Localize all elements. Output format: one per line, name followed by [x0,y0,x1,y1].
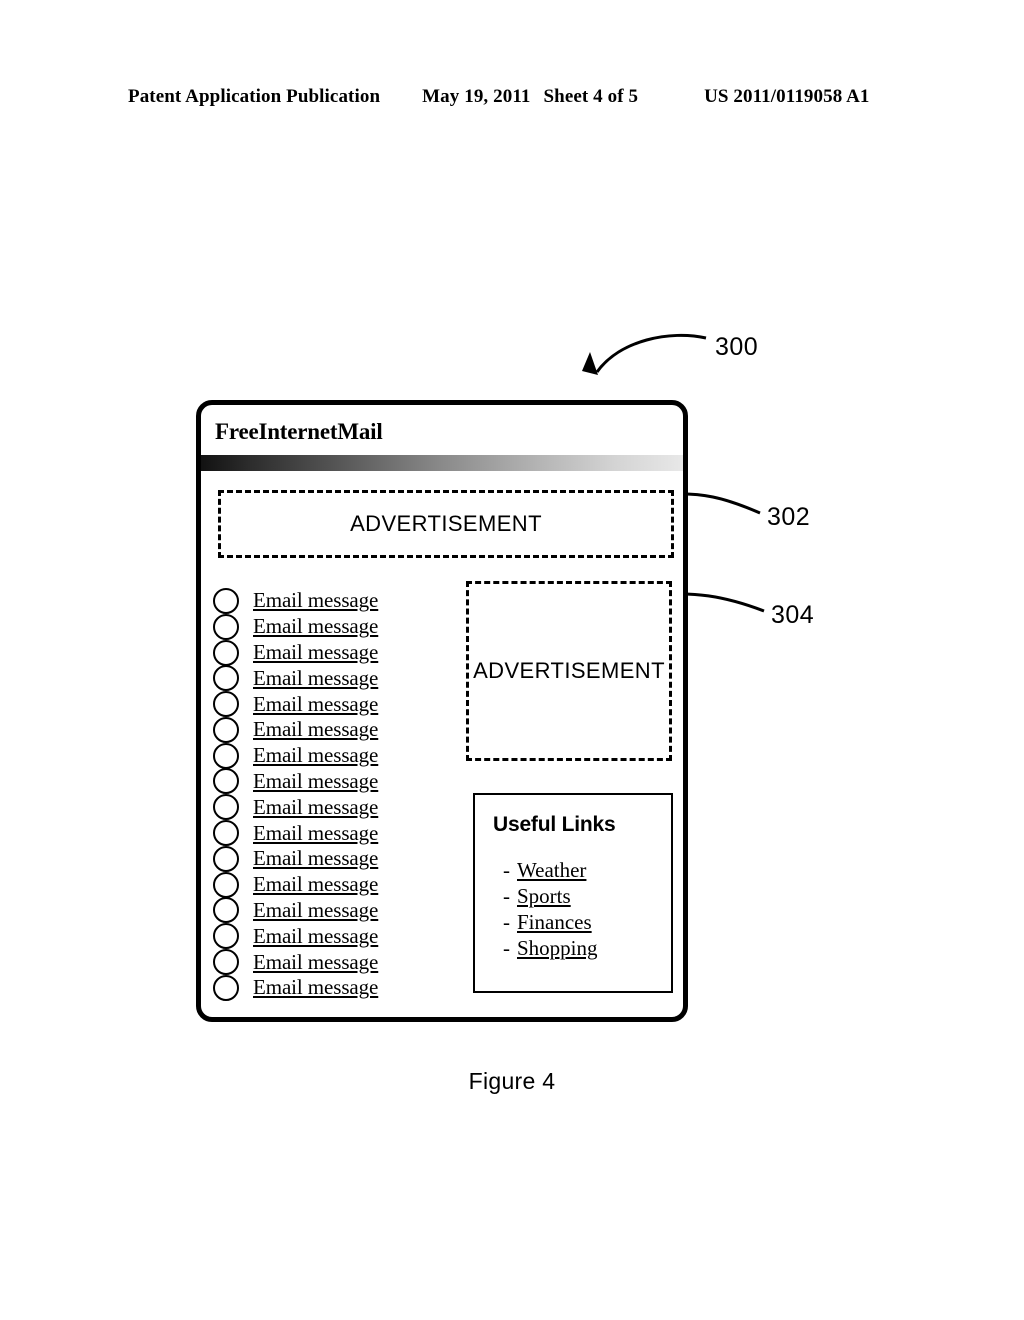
email-select-circle-icon[interactable] [213,587,239,614]
email-select-circle-icon[interactable] [213,768,239,795]
email-select-circle-icon[interactable] [213,691,239,718]
email-select-circle-icon[interactable] [213,974,239,1001]
email-select-circle-icon[interactable] [213,845,239,872]
banner-advertisement[interactable]: ADVERTISEMENT [218,490,674,558]
email-select-circle-icon[interactable] [213,665,239,692]
email-list-item-label[interactable]: Email message [253,872,378,897]
email-list-item-label[interactable]: Email message [253,846,378,871]
useful-links-title: Useful Links [493,813,616,836]
email-select-circle-icon[interactable] [213,820,239,847]
publication-number: US 2011/0119058 A1 [704,86,870,107]
email-list-item[interactable]: Email message [213,897,421,924]
useful-link-bullet: - [503,884,510,908]
email-list-item-label[interactable]: Email message [253,975,378,1000]
email-list-item-label[interactable]: Email message [253,614,378,639]
title-gradient-bar [201,455,683,471]
email-list-item-label[interactable]: Email message [253,795,378,820]
email-select-circle-icon[interactable] [213,639,239,666]
useful-link-label[interactable]: Finances [517,910,592,934]
callout-label-304: 304 [771,601,815,629]
email-list-item-label[interactable]: Email message [253,692,378,717]
sheet-number: Sheet 4 of 5 [543,86,639,107]
useful-link-item[interactable]: - Finances [503,909,671,935]
email-select-circle-icon[interactable] [213,871,239,898]
patent-page-header: Patent Application Publication May 19, 2… [128,86,898,112]
email-list-item[interactable]: Email message [213,613,421,640]
email-list-item-label[interactable]: Email message [253,898,378,923]
email-select-circle-icon[interactable] [213,923,239,950]
publication-date: May 19, 2011 [422,86,531,107]
email-list-item[interactable]: Email message [213,716,421,743]
email-select-circle-icon[interactable] [213,897,239,924]
email-list-item[interactable]: Email message [213,665,421,692]
email-list-item-label[interactable]: Email message [253,666,378,691]
useful-link-label[interactable]: Sports [517,884,571,908]
email-list-item[interactable]: Email message [213,845,421,872]
useful-link-bullet: - [503,910,510,934]
email-list-item-label[interactable]: Email message [253,769,378,794]
email-list-item[interactable]: Email message [213,742,421,769]
useful-links-panel: Useful Links - Weather - Sports - Finances - Sh… [473,793,673,993]
email-list-item[interactable]: Email message [213,639,421,666]
email-select-circle-icon[interactable] [213,716,239,743]
banner-advertisement-label: ADVERTISEMENT [350,511,542,536]
useful-link-item[interactable]: - Shopping [503,935,671,961]
email-list-item[interactable]: Email message [213,871,421,898]
email-list-item[interactable]: Email message [213,923,421,950]
sidebar-advertisement-label: ADVERTISEMENT [473,658,665,683]
useful-link-label[interactable]: Shopping [517,936,598,960]
email-select-circle-icon[interactable] [213,613,239,640]
useful-link-item[interactable]: - Sports [503,883,671,909]
email-list-item-label[interactable]: Email message [253,717,378,742]
email-list-item[interactable]: Email message [213,587,421,614]
email-list-item-label[interactable]: Email message [253,743,378,768]
email-list-item-label[interactable]: Email message [253,588,378,613]
email-list-item-label[interactable]: Email message [253,924,378,949]
publication-label: Patent Application Publication [128,86,381,107]
email-list-item-label[interactable]: Email message [253,640,378,665]
callout-label-300: 300 [715,333,759,361]
sidebar-advertisement[interactable]: ADVERTISEMENT [466,581,672,761]
email-select-circle-icon[interactable] [213,949,239,976]
email-list-item-label[interactable]: Email message [253,950,378,975]
mail-window: FreeInternetMail ADVERTISEMENT ADVERTISE… [196,400,688,1022]
email-list-item-label[interactable]: Email message [253,821,378,846]
email-list-item[interactable]: Email message [213,691,421,718]
useful-link-item[interactable]: - Weather [503,857,671,883]
email-list-item[interactable]: Email message [213,949,421,976]
email-list-item[interactable]: Email message [213,768,421,795]
figure-caption: Figure 4 [468,1068,556,1094]
useful-link-bullet: - [503,858,510,882]
useful-link-bullet: - [503,936,510,960]
email-select-circle-icon[interactable] [213,794,239,821]
useful-links-list: - Weather - Sports - Finances - Shopping [503,857,671,961]
app-title: FreeInternetMail [215,419,383,444]
email-list-item[interactable]: Email message [213,820,421,847]
email-select-circle-icon[interactable] [213,742,239,769]
email-message-list: Email message Email message Email message E… [213,587,421,1001]
email-list-item[interactable]: Email message [213,974,421,1001]
email-list-item[interactable]: Email message [213,794,421,821]
callout-label-302: 302 [767,503,811,531]
useful-link-label[interactable]: Weather [517,858,586,882]
